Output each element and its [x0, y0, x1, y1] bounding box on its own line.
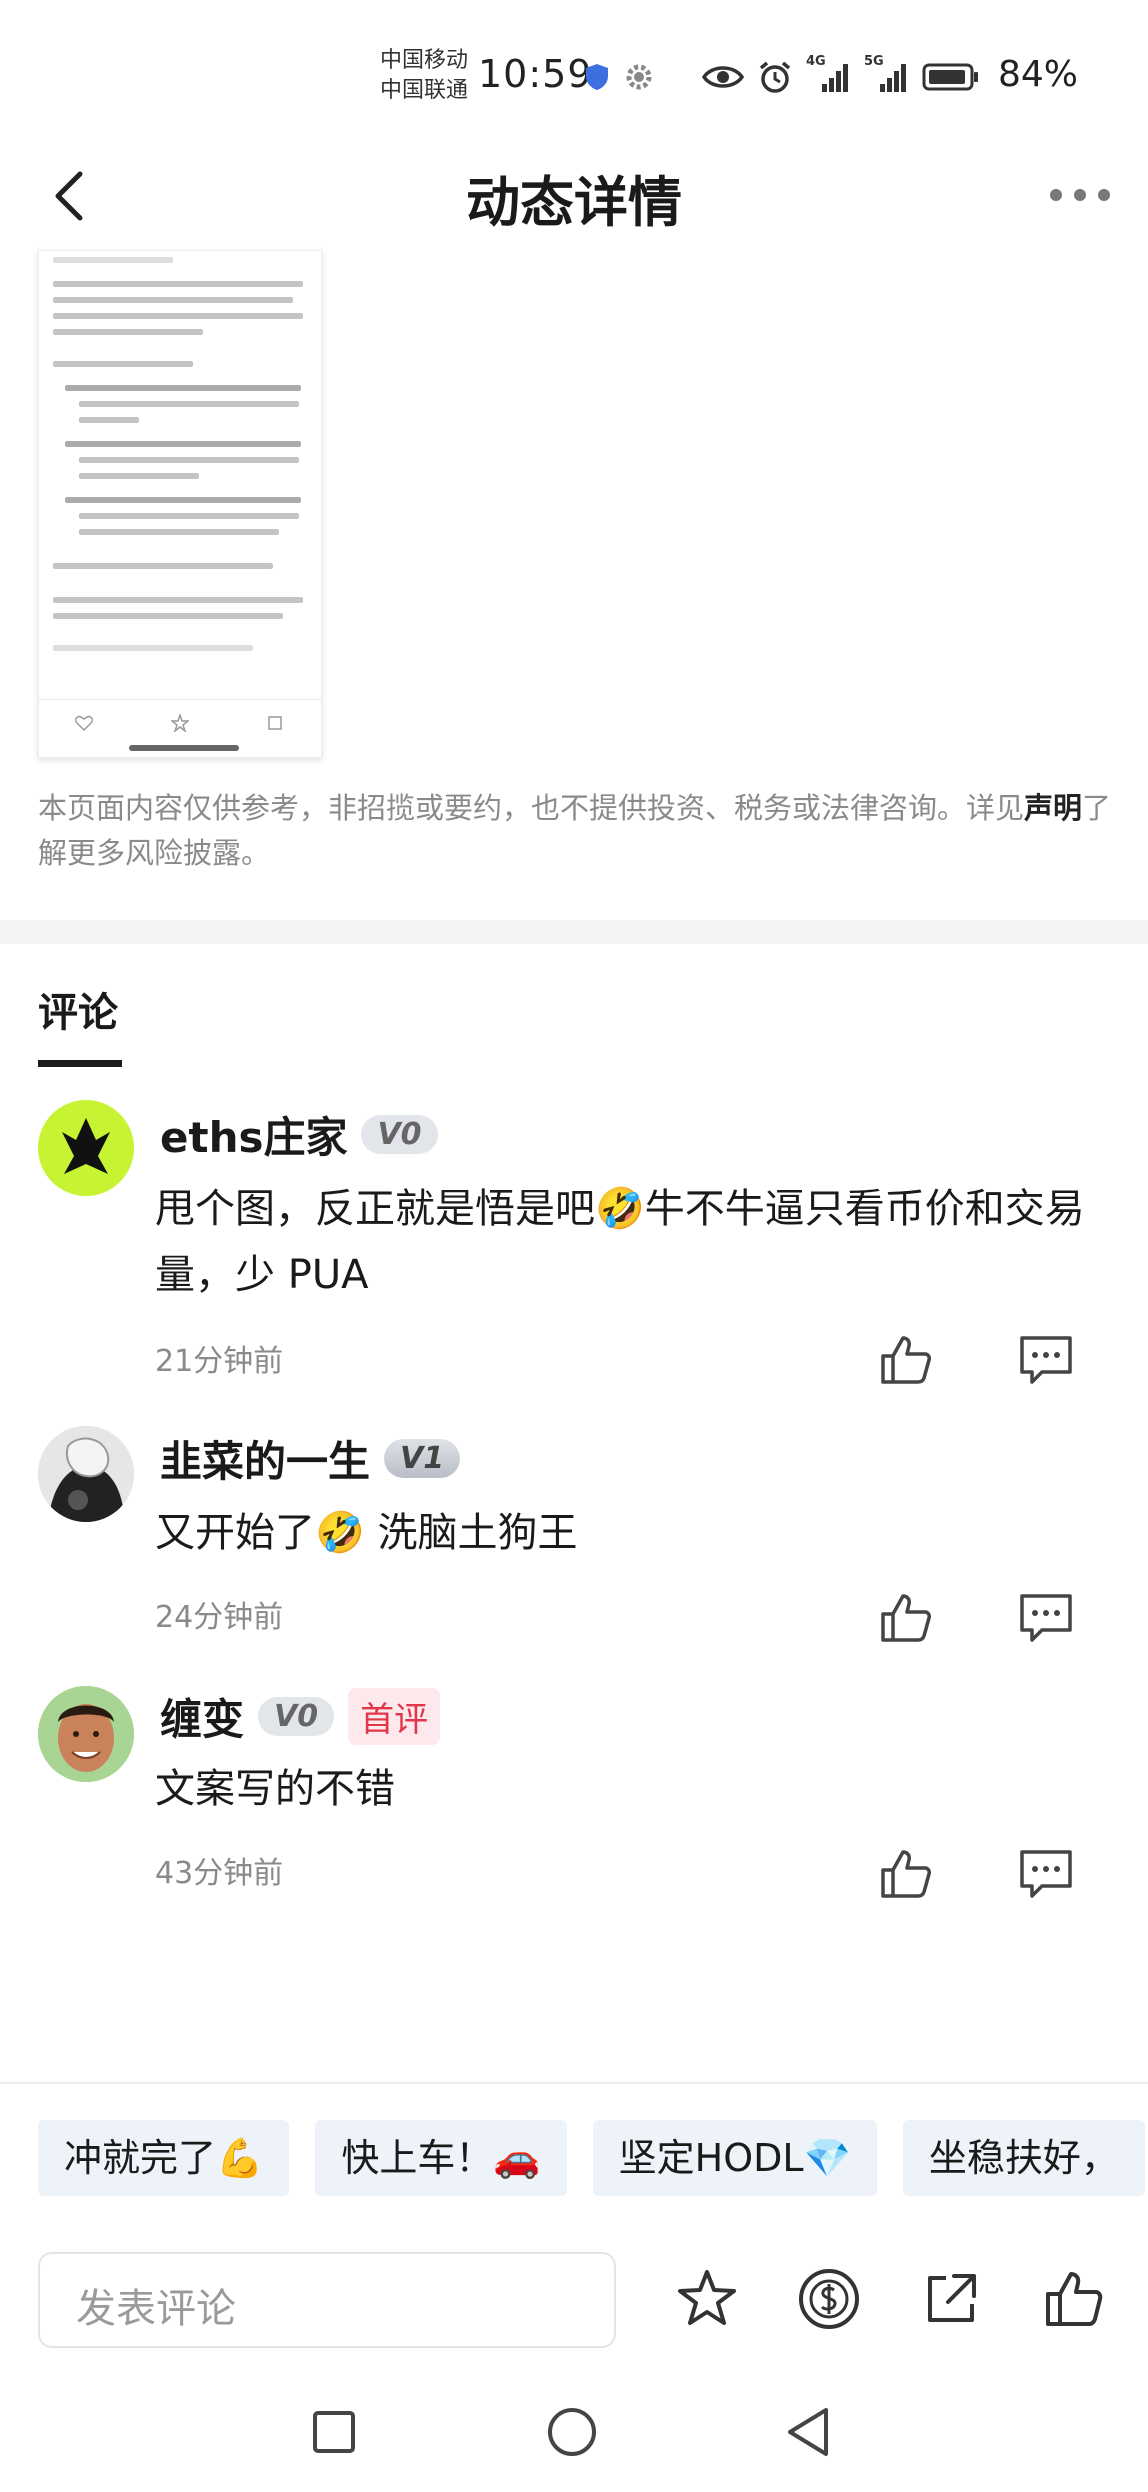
- battery-icon: [922, 63, 978, 91]
- back-triangle-icon[interactable]: [784, 2406, 832, 2458]
- first-comment-badge: 首评: [348, 1688, 441, 1745]
- home-circle-icon[interactable]: [546, 2406, 598, 2458]
- level-badge: V0: [258, 1697, 335, 1736]
- quick-reply-chip[interactable]: 快上车！🚗: [315, 2120, 567, 2196]
- page-title: 动态详情: [466, 171, 682, 234]
- quick-reply-chip[interactable]: 坚定HODL💎: [592, 2120, 877, 2196]
- quick-reply-chip[interactable]: 冲就完了💪: [38, 2120, 290, 2196]
- comment-time: 24分钟前: [155, 1600, 284, 1635]
- shield-icon: [586, 64, 608, 90]
- comment-header: eths庄家 V0: [160, 1104, 438, 1165]
- comment-input[interactable]: 发表评论: [38, 2252, 616, 2348]
- comment-header: 缠变 V0 首评: [160, 1686, 441, 1747]
- signal-4g-icon: 4G: [806, 54, 850, 94]
- like-post-icon[interactable]: [1040, 2266, 1106, 2332]
- like-icon[interactable]: [875, 1330, 935, 1390]
- thumb-star-icon: [171, 714, 189, 732]
- comment-text: 甩个图，反正就是悟是吧🤣牛不牛逼只看币价和交易量，少 PUA: [155, 1186, 1085, 1298]
- comment-input-placeholder: 发表评论: [76, 2286, 236, 2332]
- like-icon[interactable]: [875, 1844, 935, 1904]
- tab-indicator: [38, 1060, 122, 1067]
- username[interactable]: eths庄家: [160, 1104, 347, 1165]
- quick-reply-chip[interactable]: 坐稳扶好，: [902, 2120, 1145, 2196]
- reply-icon[interactable]: [1016, 1588, 1076, 1648]
- post-image-thumbnail[interactable]: [38, 250, 322, 758]
- carrier-2: 中国联通: [380, 78, 469, 103]
- top-app-bar: 动态详情: [0, 140, 1148, 250]
- more-options-icon[interactable]: [1050, 180, 1110, 210]
- disclaimer-link[interactable]: 声明: [1024, 791, 1082, 825]
- clock: 10:59: [478, 52, 593, 96]
- risk-disclaimer: 本页面内容仅供参考，非招揽或要约，也不提供投资、税务或法律咨询。详见声明了解更多…: [38, 786, 1118, 876]
- carrier-labels: 中国移动 中国联通: [380, 46, 468, 106]
- disclaimer-text: 本页面内容仅供参考，非招揽或要约，也不提供投资、税务或法律咨询。详见: [38, 791, 1025, 825]
- quick-reply-bar: 冲就完了💪 快上车！🚗 坚定HODL💎 坐稳扶好，: [38, 2120, 1145, 2196]
- level-badge: V0: [361, 1115, 438, 1154]
- status-bar: 中国移动 中国联通 10:59 4G 5G 84%: [0, 0, 1148, 150]
- comment-header: 韭菜的一生 V1: [160, 1428, 461, 1489]
- section-separator: [0, 920, 1148, 944]
- bottom-divider: [0, 2082, 1148, 2084]
- battery-percent: 84%: [998, 54, 1079, 95]
- username[interactable]: 缠变: [160, 1686, 244, 1747]
- avatar[interactable]: [38, 1686, 134, 1782]
- tab-comments[interactable]: 评论: [38, 980, 118, 1038]
- thumb-share-icon: [268, 716, 282, 730]
- status-icons: 4G 5G: [584, 54, 980, 94]
- like-icon[interactable]: [875, 1588, 935, 1648]
- alarm-icon: [759, 61, 791, 93]
- carrier-1: 中国移动: [380, 48, 469, 73]
- reply-icon[interactable]: [1016, 1330, 1076, 1390]
- recents-square-icon[interactable]: [310, 2408, 358, 2456]
- level-badge: V1: [384, 1439, 461, 1478]
- comment-time: 21分钟前: [155, 1344, 284, 1379]
- tip-coin-icon[interactable]: [796, 2266, 862, 2332]
- gear-icon: [626, 64, 652, 90]
- thumb-heart-icon: [75, 715, 93, 731]
- signal-5g-icon: 5G: [864, 54, 908, 94]
- avatar[interactable]: [38, 1426, 134, 1522]
- avatar[interactable]: [38, 1100, 134, 1196]
- username[interactable]: 韭菜的一生: [160, 1428, 370, 1489]
- comment-text: 又开始了🤣 洗脑土狗王: [155, 1510, 578, 1556]
- comment-time: 43分钟前: [155, 1856, 284, 1891]
- eye-icon: [702, 66, 744, 88]
- comment-text: 文案写的不错: [155, 1766, 395, 1812]
- reply-icon[interactable]: [1016, 1844, 1076, 1904]
- system-nav-bar: [0, 2390, 1148, 2492]
- share-icon[interactable]: [918, 2266, 984, 2332]
- favorite-star-icon[interactable]: [674, 2266, 740, 2332]
